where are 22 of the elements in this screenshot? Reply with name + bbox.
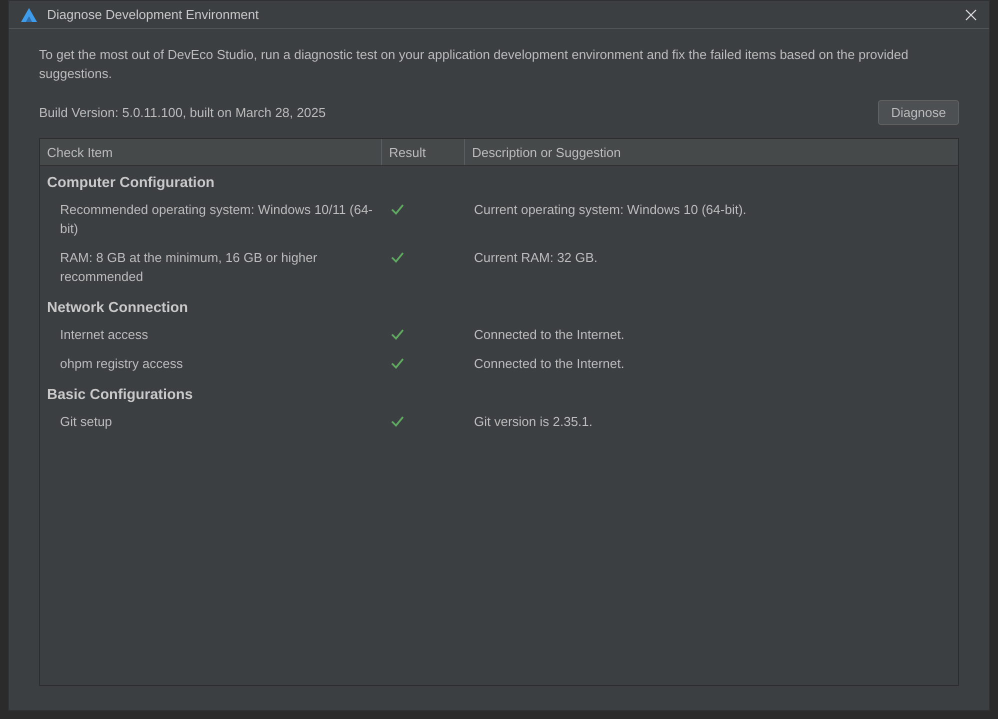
column-header: Description or Suggestion xyxy=(471,144,622,162)
description: Current RAM: 32 GB. xyxy=(473,249,599,267)
description: Connected to the Internet. xyxy=(473,355,626,373)
column-header: Result xyxy=(382,139,465,165)
check-item: Git setup xyxy=(59,413,114,431)
description: Current operating system: Windows 10 (64-bit). xyxy=(473,201,748,219)
group-header: Computer Configuration xyxy=(46,174,216,193)
build-version: Build Version: 5.0.11.100, built on March 28, 2025 xyxy=(39,105,326,120)
intro-text: To get the most out of DevEco Studio, run a diagnostic test on your application development environment and fix the failed items based on the provided suggestions. xyxy=(39,46,910,83)
window-title: Diagnose Development Environment xyxy=(47,7,260,22)
check-item: RAM: 8 GB at the minimum, 16 GB or higher recommended xyxy=(59,249,318,286)
description: Connected to the Internet. xyxy=(473,326,626,344)
group-header: Basic Configurations xyxy=(46,386,194,405)
check-item: Internet access xyxy=(59,326,150,344)
close-icon[interactable] xyxy=(963,6,979,22)
check-item: Recommended operating system: Windows 10/11 (64-bit) xyxy=(59,201,374,238)
group-header: Network Connection xyxy=(46,299,189,318)
check-item: ohpm registry access xyxy=(59,355,184,373)
diagnose-button[interactable]: Diagnose xyxy=(878,100,959,125)
description: Git version is 2.35.1. xyxy=(473,413,594,431)
app-logo-icon xyxy=(21,8,37,22)
column-header: Check Item xyxy=(40,139,382,165)
